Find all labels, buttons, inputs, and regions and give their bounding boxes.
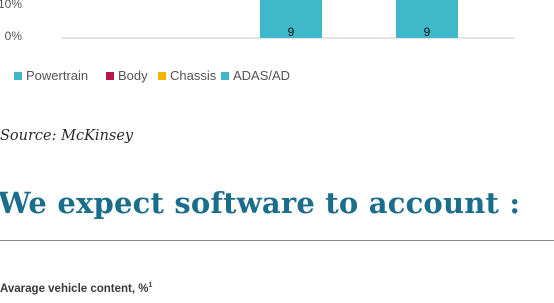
headline-divider (0, 240, 554, 241)
legend-label: Powertrain (26, 68, 88, 83)
bar-value-label: 9 (288, 25, 295, 39)
y-tick-label: 10% (0, 0, 22, 11)
footnote-marker: 1 (148, 282, 153, 290)
bar-value-label: 9 (424, 25, 431, 39)
source-note: Source: McKinsey (0, 128, 134, 144)
legend-swatch (14, 72, 22, 80)
legend-label: Chassis (170, 68, 217, 83)
subtitle-text: Avarage vehicle content, % (0, 283, 149, 295)
legend-swatch (221, 72, 229, 80)
legend-label: ADAS/AD (233, 68, 290, 83)
legend-swatch (106, 72, 114, 80)
legend-swatch (158, 72, 166, 80)
section-headline: We expect software to account : (0, 186, 521, 220)
chart-subtitle: Avarage vehicle content, %1 (0, 282, 153, 295)
stacked-bar-chart: 10% 0% 9 9 Powertrain Body Chassis ADAS/AD (0, 0, 515, 83)
legend-label: Body (118, 68, 148, 83)
y-tick-label: 0% (5, 29, 23, 43)
